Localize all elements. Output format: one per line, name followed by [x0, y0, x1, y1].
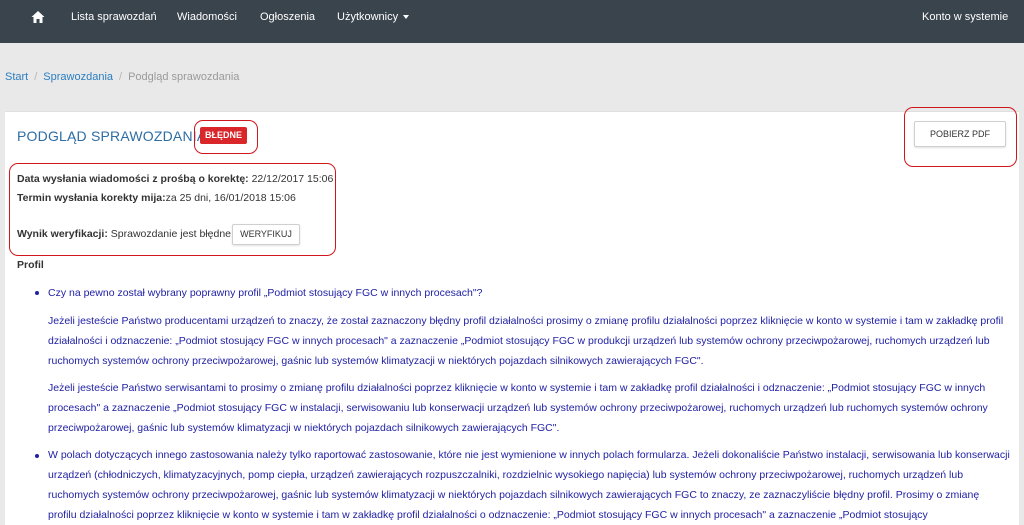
page-title: PODGLĄD SPRAWOZDANIA [17, 128, 207, 144]
nav-item-uzytkownicy[interactable]: Użytkownicy [337, 11, 410, 23]
top-navbar: Lista sprawozdań Wiadomości Ogłoszenia U… [0, 0, 1024, 43]
highlight-ring-badge [194, 120, 258, 154]
bullet-icon [35, 291, 39, 295]
home-icon[interactable] [30, 9, 46, 25]
profile-question-2: W polach dotyczących innego zastosowania… [48, 449, 1010, 521]
highlight-ring-pdf [904, 107, 1017, 167]
nav-item-ogloszenia[interactable]: Ogłoszenia [260, 11, 315, 23]
breadcrumb-current: Podgląd sprawozdania [128, 71, 240, 83]
bullet-icon [35, 454, 39, 458]
breadcrumb-sprawozdania[interactable]: Sprawozdania [43, 71, 113, 83]
profile-paragraph-1: Jeżeli jesteście Państwo producentami ur… [48, 315, 1004, 367]
nav-item-wiadomosci[interactable]: Wiadomości [177, 11, 237, 23]
breadcrumb-separator: / [34, 71, 38, 83]
breadcrumb-separator: / [119, 71, 123, 83]
breadcrumb-start[interactable]: Start [5, 71, 28, 83]
nav-item-uzytkownicy-label: Użytkownicy [337, 11, 399, 23]
account-link[interactable]: Konto w systemie [922, 11, 1008, 23]
highlight-ring-meta [9, 163, 336, 256]
profile-paragraph-2: Jeżeli jesteście Państwo serwisantami to… [48, 382, 988, 434]
breadcrumb: Start / Sprawozdania / Podgląd sprawozdania [5, 71, 239, 83]
nav-item-lista-sprawozdan[interactable]: Lista sprawozdań [71, 11, 157, 23]
caret-down-icon [403, 15, 410, 20]
profile-question-1: Czy na pewno został wybrany poprawny pro… [48, 287, 483, 299]
profile-heading: Profil [17, 259, 44, 271]
